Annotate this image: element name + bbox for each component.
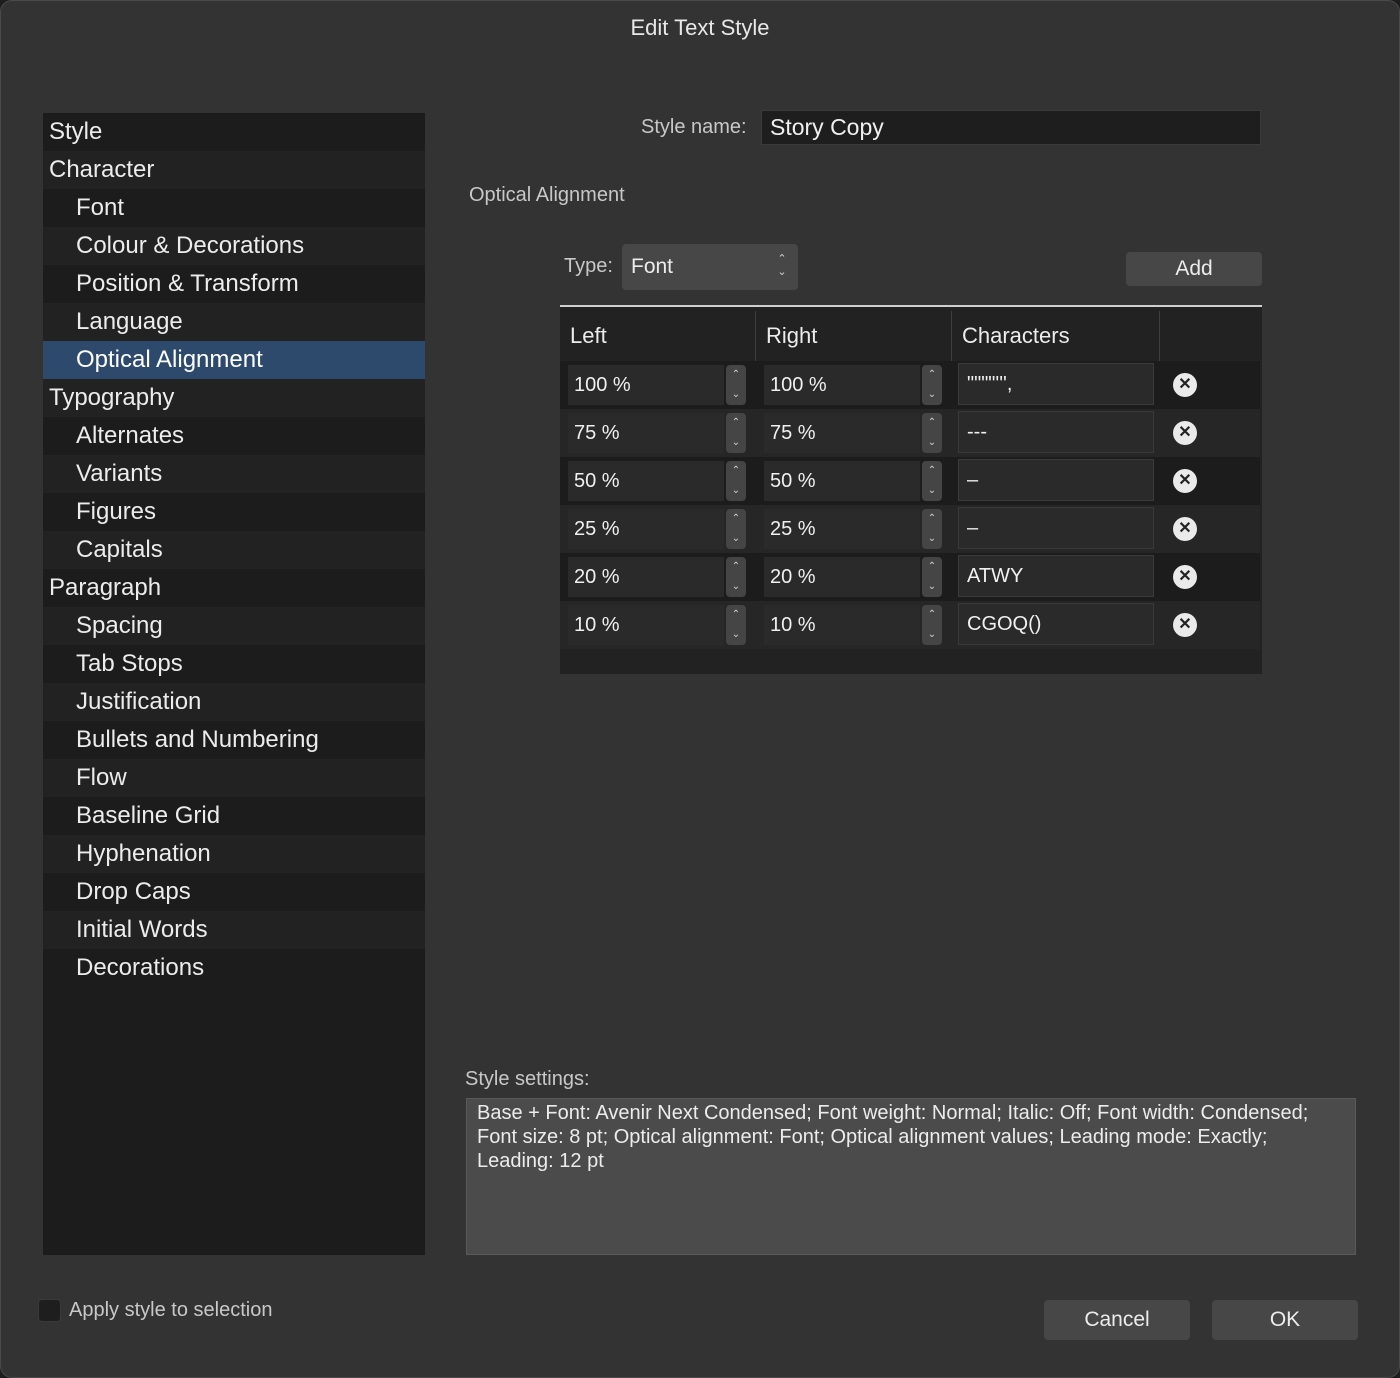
characters-input[interactable]: """"''', <box>958 363 1154 405</box>
type-popup-value: Font <box>631 255 674 278</box>
table-row: 100 % ⌃ ⌄ 100 % ⌃ ⌄ """"''', ✕ <box>560 361 1260 409</box>
table-header: Left Right Characters <box>560 311 1260 361</box>
edit-text-style-dialog: Edit Text Style Style Character Font Colour… <box>0 0 1400 1378</box>
sidebar-item-bullets-and-numbering[interactable]: Bullets and Numbering <box>43 721 425 759</box>
stepper-icon[interactable]: ⌃ ⌄ <box>922 509 942 549</box>
column-header-characters: Characters <box>952 311 1160 361</box>
remove-circle-icon[interactable]: ✕ <box>1173 517 1197 541</box>
sidebar-item-tab-stops[interactable]: Tab Stops <box>43 645 425 683</box>
left-value-input[interactable]: 25 % <box>568 509 724 549</box>
sidebar-item-variants[interactable]: Variants <box>43 455 425 493</box>
stepper-icon[interactable]: ⌃ ⌄ <box>922 461 942 501</box>
sidebar-item-initial-words[interactable]: Initial Words <box>43 911 425 949</box>
sidebar-item-paragraph[interactable]: Paragraph <box>43 569 425 607</box>
sidebar-item-spacing[interactable]: Spacing <box>43 607 425 645</box>
stepper-icon[interactable]: ⌃ ⌄ <box>922 557 942 597</box>
remove-circle-icon[interactable]: ✕ <box>1173 373 1197 397</box>
stepper-icon[interactable]: ⌃ ⌄ <box>726 461 746 501</box>
sidebar-item-justification[interactable]: Justification <box>43 683 425 721</box>
left-value-input[interactable]: 100 % <box>568 365 724 405</box>
stepper-icon[interactable]: ⌃ ⌄ <box>922 605 942 645</box>
sidebar-item-capitals[interactable]: Capitals <box>43 531 425 569</box>
remove-circle-icon[interactable]: ✕ <box>1173 613 1197 637</box>
stepper-icon[interactable]: ⌃ ⌄ <box>726 509 746 549</box>
type-popup[interactable]: Font ⌃ ⌄ <box>622 244 798 290</box>
sidebar-item-position-transform[interactable]: Position & Transform <box>43 265 425 303</box>
apply-style-checkbox[interactable] <box>38 1299 61 1322</box>
characters-input[interactable]: ATWY <box>958 555 1154 597</box>
style-settings-text: Base + Font: Avenir Next Condensed; Font… <box>466 1098 1356 1255</box>
category-sidebar: Style Character Font Colour & Decorations Po… <box>43 113 425 1255</box>
right-value-input[interactable]: 100 % <box>764 365 920 405</box>
sidebar-item-drop-caps[interactable]: Drop Caps <box>43 873 425 911</box>
table-row: 10 % ⌃ ⌄ 10 % ⌃ ⌄ CGOQ() ✕ <box>560 601 1260 649</box>
sidebar-item-colour-decorations[interactable]: Colour & Decorations <box>43 227 425 265</box>
table-row: 50 % ⌃ ⌄ 50 % ⌃ ⌄ – ✕ <box>560 457 1260 505</box>
sidebar-item-style[interactable]: Style <box>43 113 425 151</box>
table-row: 25 % ⌃ ⌄ 25 % ⌃ ⌄ – ✕ <box>560 505 1260 553</box>
type-label: Type: <box>564 255 613 277</box>
left-value-input[interactable]: 10 % <box>568 605 724 645</box>
left-value-input[interactable]: 20 % <box>568 557 724 597</box>
section-title: Optical Alignment <box>469 184 625 206</box>
sidebar-item-decorations[interactable]: Decorations <box>43 949 425 987</box>
style-name-label: Style name: <box>641 116 747 138</box>
add-button[interactable]: Add <box>1126 252 1262 286</box>
updown-chevron-icon: ⌃ ⌄ <box>777 253 787 278</box>
stepper-icon[interactable]: ⌃ ⌄ <box>726 365 746 405</box>
right-value-input[interactable]: 10 % <box>764 605 920 645</box>
apply-style-label: Apply style to selection <box>69 1299 273 1321</box>
stepper-icon[interactable]: ⌃ ⌄ <box>922 365 942 405</box>
characters-input[interactable]: – <box>958 459 1154 501</box>
remove-circle-icon[interactable]: ✕ <box>1173 565 1197 589</box>
right-value-input[interactable]: 75 % <box>764 413 920 453</box>
sidebar-item-language[interactable]: Language <box>43 303 425 341</box>
stepper-icon[interactable]: ⌃ ⌄ <box>726 605 746 645</box>
sidebar-item-figures[interactable]: Figures <box>43 493 425 531</box>
characters-input[interactable]: – <box>958 507 1154 549</box>
sidebar-item-character[interactable]: Character <box>43 151 425 189</box>
table-row: 20 % ⌃ ⌄ 20 % ⌃ ⌄ ATWY ✕ <box>560 553 1260 601</box>
remove-circle-icon[interactable]: ✕ <box>1173 421 1197 445</box>
right-value-input[interactable]: 20 % <box>764 557 920 597</box>
right-value-input[interactable]: 50 % <box>764 461 920 501</box>
sidebar-item-optical-alignment[interactable]: Optical Alignment <box>43 341 425 379</box>
remove-circle-icon[interactable]: ✕ <box>1173 469 1197 493</box>
style-settings-label: Style settings: <box>465 1068 590 1090</box>
ok-button[interactable]: OK <box>1212 1300 1358 1340</box>
sidebar-item-flow[interactable]: Flow <box>43 759 425 797</box>
stepper-icon[interactable]: ⌃ ⌄ <box>922 413 942 453</box>
stepper-icon[interactable]: ⌃ ⌄ <box>726 413 746 453</box>
dialog-title: Edit Text Style <box>630 15 770 40</box>
column-header-right: Right <box>756 311 952 361</box>
cancel-button[interactable]: Cancel <box>1044 1300 1190 1340</box>
column-header-left: Left <box>560 311 756 361</box>
sidebar-item-typography[interactable]: Typography <box>43 379 425 417</box>
characters-input[interactable]: CGOQ() <box>958 603 1154 645</box>
optical-alignment-table: Left Right Characters 100 % ⌃ ⌄ 100 % ⌃ ⌄ """"… <box>560 305 1262 674</box>
sidebar-item-font[interactable]: Font <box>43 189 425 227</box>
style-name-input[interactable]: Story Copy <box>761 110 1261 145</box>
characters-input[interactable]: --- <box>958 411 1154 453</box>
left-value-input[interactable]: 50 % <box>568 461 724 501</box>
right-value-input[interactable]: 25 % <box>764 509 920 549</box>
sidebar-item-baseline-grid[interactable]: Baseline Grid <box>43 797 425 835</box>
sidebar-item-hyphenation[interactable]: Hyphenation <box>43 835 425 873</box>
left-value-input[interactable]: 75 % <box>568 413 724 453</box>
table-row: 75 % ⌃ ⌄ 75 % ⌃ ⌄ --- ✕ <box>560 409 1260 457</box>
sidebar-item-alternates[interactable]: Alternates <box>43 417 425 455</box>
stepper-icon[interactable]: ⌃ ⌄ <box>726 557 746 597</box>
